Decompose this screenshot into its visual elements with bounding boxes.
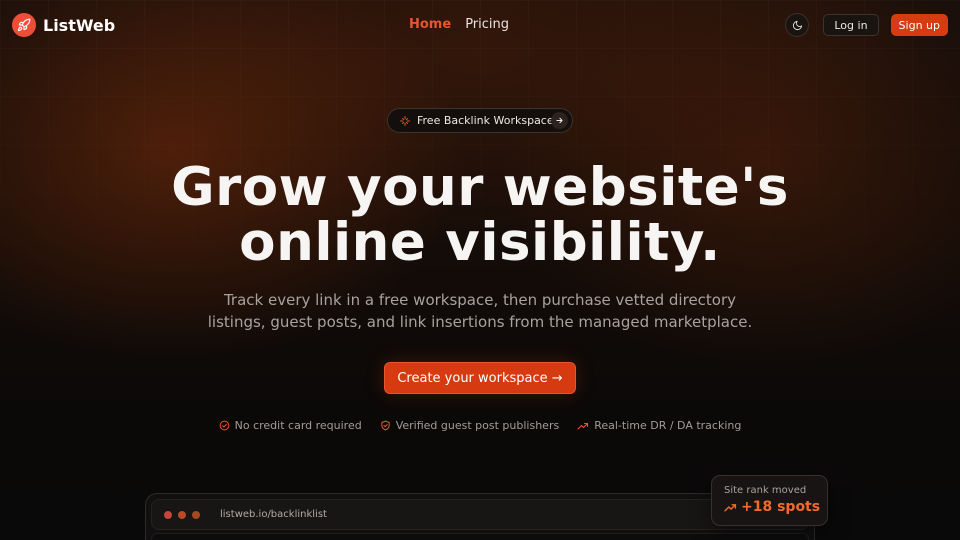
hero-title-line-2: online visibility. bbox=[239, 212, 721, 273]
rocket-icon bbox=[12, 13, 36, 37]
feature-item: Verified guest post publishers bbox=[380, 419, 559, 432]
window-maximize-dot bbox=[192, 510, 200, 519]
moon-icon bbox=[792, 20, 802, 30]
feature-item: No credit card required bbox=[219, 419, 362, 432]
hero-title-line-1: Grow your website's bbox=[171, 157, 789, 218]
browser-url: listweb.io/backlinklist bbox=[220, 509, 327, 520]
main-nav: Home Pricing bbox=[409, 17, 509, 32]
theme-toggle-button[interactable] bbox=[785, 13, 810, 37]
announcement-badge[interactable]: Free Backlink Workspace bbox=[387, 108, 573, 133]
signup-button[interactable]: Sign up bbox=[890, 14, 948, 36]
check-circle-icon bbox=[219, 420, 229, 431]
create-workspace-button[interactable]: Create your workspace → bbox=[384, 362, 576, 394]
nav-item-pricing[interactable]: Pricing bbox=[465, 17, 509, 32]
nav-item-home[interactable]: Home bbox=[409, 17, 451, 32]
browser-content bbox=[151, 533, 809, 540]
feature-label: Real-time DR / DA tracking bbox=[594, 419, 742, 432]
rank-card-value-text: +18 spots bbox=[741, 499, 821, 515]
rank-card-value: +18 spots bbox=[724, 499, 827, 515]
trending-up-icon bbox=[577, 422, 589, 430]
rank-card: Site rank moved +18 spots bbox=[711, 475, 828, 526]
badge-label: Free Backlink Workspace bbox=[417, 114, 554, 127]
brand-link[interactable]: ListWeb bbox=[12, 13, 115, 37]
hero-title: Grow your website's online visibility. bbox=[0, 160, 960, 270]
window-minimize-dot bbox=[178, 510, 186, 519]
header-actions: Log in Sign up bbox=[785, 13, 948, 37]
sparkle-icon bbox=[400, 115, 410, 126]
feature-label: No credit card required bbox=[234, 419, 362, 432]
arrow-right-icon bbox=[551, 112, 568, 129]
window-close-dot bbox=[164, 510, 172, 519]
cta-label: Create your workspace → bbox=[397, 370, 563, 386]
trending-up-icon bbox=[724, 503, 737, 511]
feature-list: No credit card required Verified guest p… bbox=[0, 419, 960, 432]
login-button[interactable]: Log in bbox=[823, 14, 879, 36]
hero-subtitle: Track every link in a free workspace, th… bbox=[180, 289, 780, 333]
site-header: ListWeb Home Pricing Log in Sign up bbox=[0, 0, 960, 50]
rank-card-label: Site rank moved bbox=[724, 485, 807, 496]
feature-label: Verified guest post publishers bbox=[395, 419, 560, 432]
hero-subtitle-line-1: Track every link in a free workspace, th… bbox=[223, 291, 737, 309]
hero-subtitle-line-2: listings, guest posts, and link insertio… bbox=[207, 313, 753, 331]
brand-name: ListWeb bbox=[43, 15, 116, 35]
feature-item: Real-time DR / DA tracking bbox=[577, 419, 741, 432]
shield-check-icon bbox=[381, 420, 390, 431]
